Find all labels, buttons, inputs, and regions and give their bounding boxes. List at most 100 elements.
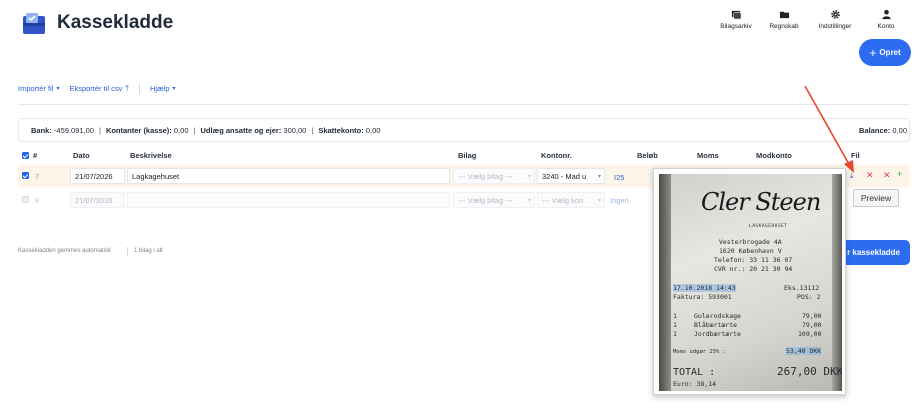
nav-konto[interactable]: Konto — [866, 9, 906, 30]
receipt-address2: 1620 København V — [719, 247, 782, 255]
create-label: Opret — [879, 48, 901, 57]
upload-icon: ⤒ — [125, 83, 129, 93]
receipt-phone: Telefon: 33 11 36 07 — [714, 256, 793, 264]
toolbar-divider — [138, 83, 140, 94]
chevron-down-icon: ▾ — [56, 86, 60, 92]
receipt-item-price: 79,00 — [802, 312, 822, 320]
plus-icon: + — [869, 45, 877, 60]
balance-label: Balance: — [859, 125, 891, 135]
nav-indstillinger[interactable]: Indstillinger — [812, 9, 858, 30]
chevron-down-icon: ▾ — [172, 86, 176, 92]
tax-value: 0,00 — [365, 125, 381, 135]
col-header-account[interactable]: Kontonr. — [541, 151, 572, 160]
receipt-datetime: 17.10.2018 14:43 — [673, 284, 736, 292]
account-select-value: --- Vælg kon — [542, 195, 584, 205]
receipt-store-name: LAGKAGEHUSET — [749, 224, 788, 229]
receipt-preview-popover: Cler Steen LAGKAGEHUSET Vesterbrogade 4A… — [653, 168, 846, 395]
chevron-down-icon: ▾ — [597, 173, 601, 180]
cash-label: Kontanter (kasse): — [105, 125, 172, 135]
col-header-num: # — [33, 151, 38, 160]
receipt-photo: Cler Steen LAGKAGEHUSET Vesterbrogade 4A… — [659, 174, 842, 391]
receipt-item-name: Jordbærtærte — [694, 330, 741, 338]
help-menu[interactable]: Hjælp ▾ — [150, 84, 176, 93]
voucher-select-value: --- Vælg bilag --- — [458, 195, 513, 205]
nav-label: Konto — [877, 23, 895, 30]
nav-label: Bilagsarkiv — [720, 23, 752, 30]
account-select[interactable]: 3240 - Mad u ▾ — [537, 168, 605, 184]
select-all-checkbox[interactable] — [22, 152, 29, 159]
receipt-pos: POS: 2 — [797, 293, 821, 301]
voucher-count: 1 bilag i alt — [134, 248, 163, 254]
vat-code-link[interactable]: I25 — [614, 173, 624, 182]
date-input[interactable]: 21/07/2026 — [70, 168, 125, 184]
annotation-arrow-icon — [804, 85, 854, 173]
col-header-date[interactable]: Dato — [73, 151, 90, 160]
row-number: 8 — [35, 196, 40, 205]
receipt-cvr: CVR nr.: 20 21 30 94 — [714, 265, 793, 273]
toolbar: Importér fil ▾ Eksportér til csv ⤒ Hjælp… — [18, 83, 176, 94]
col-header-vat[interactable]: Moms — [697, 151, 719, 160]
import-file-menu[interactable]: Importér fil ▾ — [18, 84, 59, 93]
add-row-icon[interactable]: + — [897, 170, 902, 179]
col-header-description[interactable]: Beskrivelse — [130, 151, 172, 160]
top-navigation: Bilagsarkiv Regnskab Indstillinger Konto — [708, 9, 906, 30]
export-label: Eksportér til csv — [69, 84, 123, 93]
date-input[interactable]: 21/07/2026 — [70, 192, 125, 208]
help-label: Hjælp — [149, 84, 170, 93]
receipt-item-qty: 1 — [673, 312, 677, 320]
receipt-item-qty: 1 — [673, 330, 677, 338]
save-label: r kassekladde — [847, 248, 900, 257]
app-title: Kassekladde — [57, 12, 174, 33]
balance: Balance: 0,00 — [859, 126, 907, 135]
expense-label: Udlæg ansatte og ejer: — [200, 125, 282, 135]
row-checkbox[interactable] — [22, 196, 29, 203]
voucher-select[interactable]: --- Vælg bilag --- ▾ — [453, 168, 535, 184]
app-logo-icon — [23, 13, 45, 34]
divider: | — [98, 125, 101, 135]
remove-file-icon[interactable]: ✕ — [866, 171, 874, 180]
divider: | — [193, 125, 196, 135]
photo-stack-icon — [731, 10, 741, 20]
photo-shadow — [659, 174, 671, 391]
col-header-contra-account[interactable]: Modkonto — [756, 151, 792, 160]
receipt-item-name: Gulerodskage — [694, 312, 741, 320]
row-number: 7 — [35, 172, 40, 181]
row-checkbox[interactable] — [22, 172, 29, 179]
vat-code-link[interactable]: Ingen — [610, 196, 629, 205]
autosave-note: Kassekladden gemmes automatisk — [18, 248, 112, 254]
cash-value: 0,00 — [173, 125, 189, 135]
description-input[interactable] — [127, 192, 450, 208]
export-csv-button[interactable]: Eksportér til csv ⤒ — [69, 84, 128, 94]
receipt-invoice: Faktura: 593001 — [673, 293, 732, 301]
receipt-eks: Eks.13112 — [784, 284, 820, 292]
nav-regnskab[interactable]: Regnskab — [764, 9, 804, 30]
toolbar-divider-line — [18, 104, 910, 105]
gear-icon — [830, 10, 840, 19]
receipt-address1: Vesterbrogade 4A — [719, 238, 782, 246]
user-icon — [881, 9, 891, 20]
import-label: Importér fil — [18, 84, 54, 93]
description-input[interactable]: Lagkagehuset — [127, 168, 450, 184]
account-summary-bar: Bank: -459.091,00 | Kontanter (kasse): 0… — [18, 118, 910, 142]
preview-tooltip: Preview — [853, 189, 899, 207]
create-button[interactable]: + Opret — [859, 39, 911, 66]
receipt-item-price: 79,00 — [802, 321, 822, 329]
footer-divider — [127, 247, 128, 256]
chevron-down-icon: ▾ — [527, 173, 531, 180]
chevron-down-icon: ▾ — [527, 197, 531, 204]
nav-bilagsarkiv[interactable]: Bilagsarkiv — [716, 9, 756, 30]
col-header-amount[interactable]: Beløb — [637, 151, 658, 160]
receipt-vat-label: Moms udgør 25% : — [673, 349, 726, 355]
chevron-down-icon: ▾ — [597, 197, 601, 204]
delete-row-icon[interactable]: ✕ — [883, 171, 891, 180]
account-select[interactable]: --- Vælg kon ▾ — [537, 192, 605, 208]
col-header-voucher[interactable]: Bilag — [458, 151, 476, 160]
voucher-select[interactable]: --- Vælg bilag --- ▾ — [453, 192, 535, 208]
nav-label: Regnskab — [769, 23, 799, 30]
receipt-total-label: TOTAL : — [673, 367, 716, 378]
receipt-signature-logo: Cler Steen — [701, 188, 821, 216]
tax-label: Skattekonto: — [318, 125, 364, 135]
balance-value: 0,00 — [892, 125, 907, 135]
receipt-total-value: 267,00 DKK — [777, 365, 842, 378]
receipt-euro: Euro: 38,14 — [673, 380, 717, 388]
